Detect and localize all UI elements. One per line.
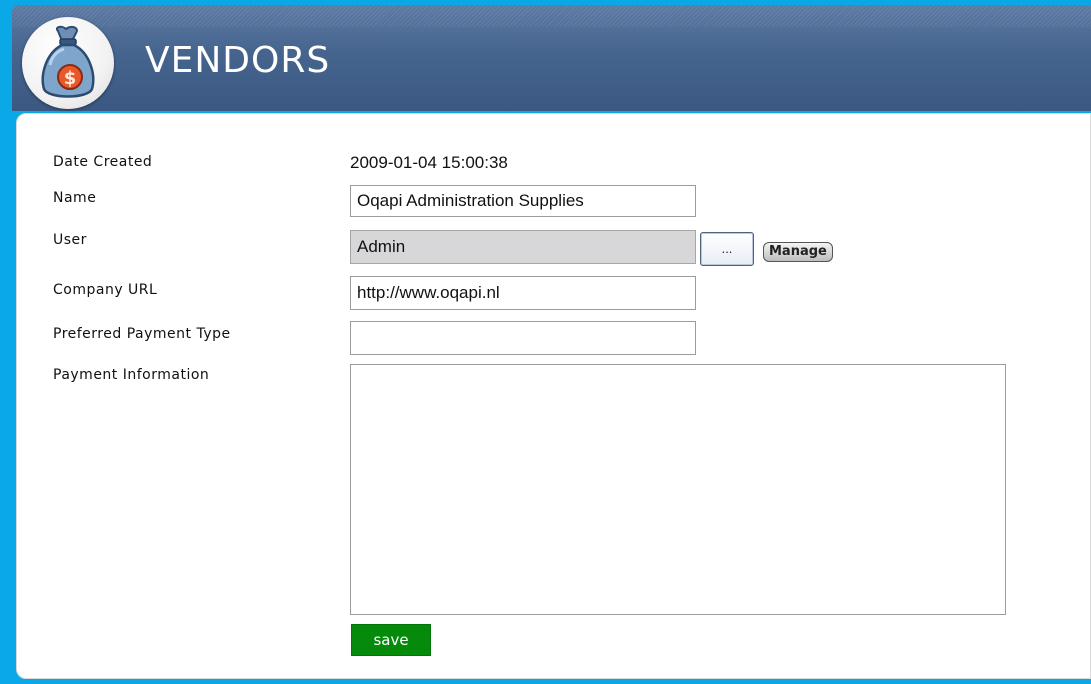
user-field[interactable] bbox=[350, 230, 696, 264]
preferred-payment-type-field[interactable] bbox=[350, 321, 696, 355]
vendor-form-panel: Date Created 2009-01-04 15:00:38 Name Us… bbox=[16, 113, 1091, 679]
company-url-field[interactable] bbox=[350, 276, 696, 310]
payment-information-textarea[interactable] bbox=[350, 364, 1006, 615]
money-bag-icon: $ bbox=[41, 25, 95, 98]
save-button[interactable]: save bbox=[351, 624, 431, 656]
vendors-logo: $ bbox=[22, 17, 114, 109]
date-created-label: Date Created bbox=[53, 154, 153, 170]
preferred-payment-type-label: Preferred Payment Type bbox=[53, 326, 231, 342]
name-field[interactable] bbox=[350, 185, 696, 217]
vendors-window: $ VENDORS Date Created 2009-01-04 15:00:… bbox=[12, 5, 1091, 679]
browse-user-button[interactable]: ... bbox=[700, 232, 754, 266]
manage-user-button[interactable]: Manage bbox=[763, 242, 833, 262]
date-created-value: 2009-01-04 15:00:38 bbox=[350, 153, 508, 172]
user-label: User bbox=[53, 232, 87, 248]
name-label: Name bbox=[53, 190, 97, 206]
page-header: $ VENDORS bbox=[12, 5, 1091, 111]
header-texture bbox=[12, 5, 1091, 27]
page-title: VENDORS bbox=[145, 40, 331, 81]
svg-text:$: $ bbox=[64, 68, 77, 89]
payment-information-label: Payment Information bbox=[53, 367, 210, 383]
company-url-label: Company URL bbox=[53, 282, 158, 298]
